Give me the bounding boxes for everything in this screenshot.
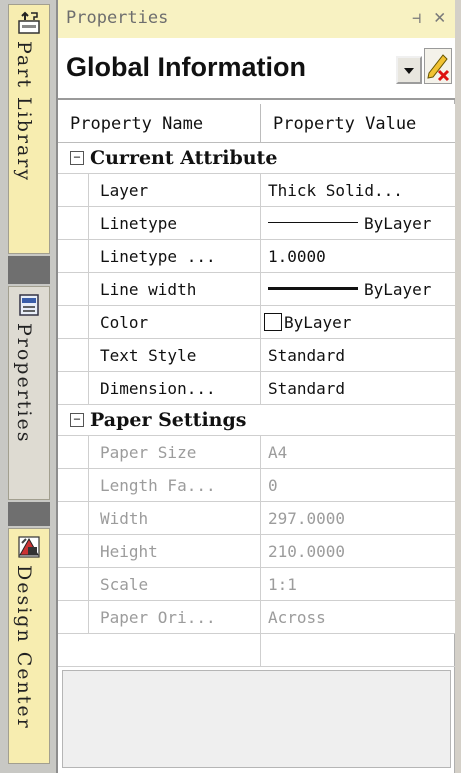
property-name: Color bbox=[100, 313, 149, 332]
property-name: Width bbox=[100, 509, 149, 528]
property-name: Line width bbox=[100, 280, 197, 299]
line-width-sample bbox=[268, 287, 358, 290]
tab-properties-label: Properties bbox=[13, 323, 35, 444]
part-library-icon bbox=[18, 11, 40, 34]
property-row-line-width[interactable]: Line width ByLayer bbox=[58, 273, 455, 306]
property-grid: Property Name Property Value − Current A… bbox=[58, 104, 455, 667]
description-area bbox=[62, 670, 451, 768]
property-name: Linetype bbox=[100, 214, 178, 233]
property-value[interactable]: ByLayer bbox=[364, 214, 431, 233]
object-selector[interactable]: Global Information bbox=[58, 38, 455, 100]
category-label: Current Attribute bbox=[90, 147, 278, 169]
pin-icon[interactable]: ⊣ bbox=[412, 9, 421, 27]
linetype-sample bbox=[268, 222, 358, 223]
property-row-text-style[interactable]: Text Style Standard bbox=[58, 339, 455, 372]
panel-title-bar: Properties ⊣ ✕ bbox=[58, 0, 455, 39]
property-name: Height bbox=[100, 542, 158, 561]
property-row-layer[interactable]: Layer Thick Solid... bbox=[58, 174, 455, 207]
color-swatch bbox=[264, 313, 282, 331]
dropdown-button[interactable] bbox=[396, 56, 422, 84]
property-name: Text Style bbox=[100, 346, 197, 365]
property-name: Linetype ... bbox=[100, 247, 216, 266]
empty-row bbox=[58, 634, 455, 667]
property-row-linetype[interactable]: Linetype ByLayer bbox=[58, 207, 455, 240]
tab-design-center[interactable]: Design Center bbox=[8, 528, 50, 764]
property-name: Scale bbox=[100, 575, 149, 594]
property-value: Across bbox=[268, 608, 326, 627]
property-value: A4 bbox=[268, 443, 288, 462]
pencil-delete-icon bbox=[427, 54, 450, 82]
property-row-dimension[interactable]: Dimension... Standard bbox=[58, 372, 455, 405]
property-value: 210.0000 bbox=[268, 542, 346, 561]
tab-separator bbox=[8, 256, 50, 284]
column-header-value[interactable]: Property Value bbox=[273, 114, 416, 134]
clear-selection-button[interactable] bbox=[424, 48, 452, 84]
panel-title: Properties bbox=[66, 8, 169, 28]
property-name: Length Fa... bbox=[100, 476, 216, 495]
category-current-attribute[interactable]: − Current Attribute bbox=[58, 143, 455, 174]
property-row-length-factor: Length Fa... 0 bbox=[58, 469, 455, 502]
property-row-linetype-scale[interactable]: Linetype ... 1.0000 bbox=[58, 240, 455, 273]
property-row-height: Height 210.0000 bbox=[58, 535, 455, 568]
property-row-paper-size: Paper Size A4 bbox=[58, 436, 455, 469]
chevron-down-icon bbox=[404, 68, 414, 74]
property-name: Paper Size bbox=[100, 443, 197, 462]
property-value[interactable]: Standard bbox=[268, 379, 345, 398]
property-value[interactable]: ByLayer bbox=[364, 280, 431, 299]
design-center-icon bbox=[18, 536, 40, 558]
tab-properties[interactable]: Properties bbox=[8, 286, 50, 500]
grid-header: Property Name Property Value bbox=[58, 104, 455, 143]
collapse-icon[interactable]: − bbox=[70, 413, 84, 427]
tab-design-center-label: Design Center bbox=[13, 565, 35, 730]
close-icon[interactable]: ✕ bbox=[434, 6, 445, 28]
selector-value: Global Information bbox=[66, 52, 306, 82]
property-value: 1:1 bbox=[268, 575, 297, 594]
properties-panel: Properties ⊣ ✕ Global Information Proper… bbox=[56, 0, 455, 773]
property-name: Layer bbox=[100, 181, 149, 200]
property-name: Dimension... bbox=[100, 379, 216, 398]
property-row-color[interactable]: Color ByLayer bbox=[58, 306, 455, 339]
property-value[interactable]: Thick Solid... bbox=[268, 181, 403, 200]
category-paper-settings[interactable]: − Paper Settings bbox=[58, 405, 455, 436]
property-value: 297.0000 bbox=[268, 509, 346, 528]
side-tab-strip: Part Library Properties Design Center bbox=[0, 0, 56, 773]
property-name: Paper Ori... bbox=[100, 608, 216, 627]
property-row-scale: Scale 1:1 bbox=[58, 568, 455, 601]
tab-part-library[interactable]: Part Library bbox=[8, 4, 50, 254]
property-value[interactable]: Standard bbox=[268, 346, 345, 365]
category-label: Paper Settings bbox=[90, 409, 247, 431]
property-value[interactable]: ByLayer bbox=[284, 313, 351, 332]
property-row-width: Width 297.0000 bbox=[58, 502, 455, 535]
property-value[interactable]: 1.0000 bbox=[268, 247, 326, 266]
tab-separator bbox=[8, 502, 50, 526]
property-value: 0 bbox=[268, 476, 278, 495]
properties-icon bbox=[19, 294, 39, 316]
property-row-paper-orientation: Paper Ori... Across bbox=[58, 601, 455, 634]
collapse-icon[interactable]: − bbox=[70, 151, 84, 165]
tab-part-library-label: Part Library bbox=[13, 41, 35, 183]
column-header-name[interactable]: Property Name bbox=[70, 114, 203, 134]
